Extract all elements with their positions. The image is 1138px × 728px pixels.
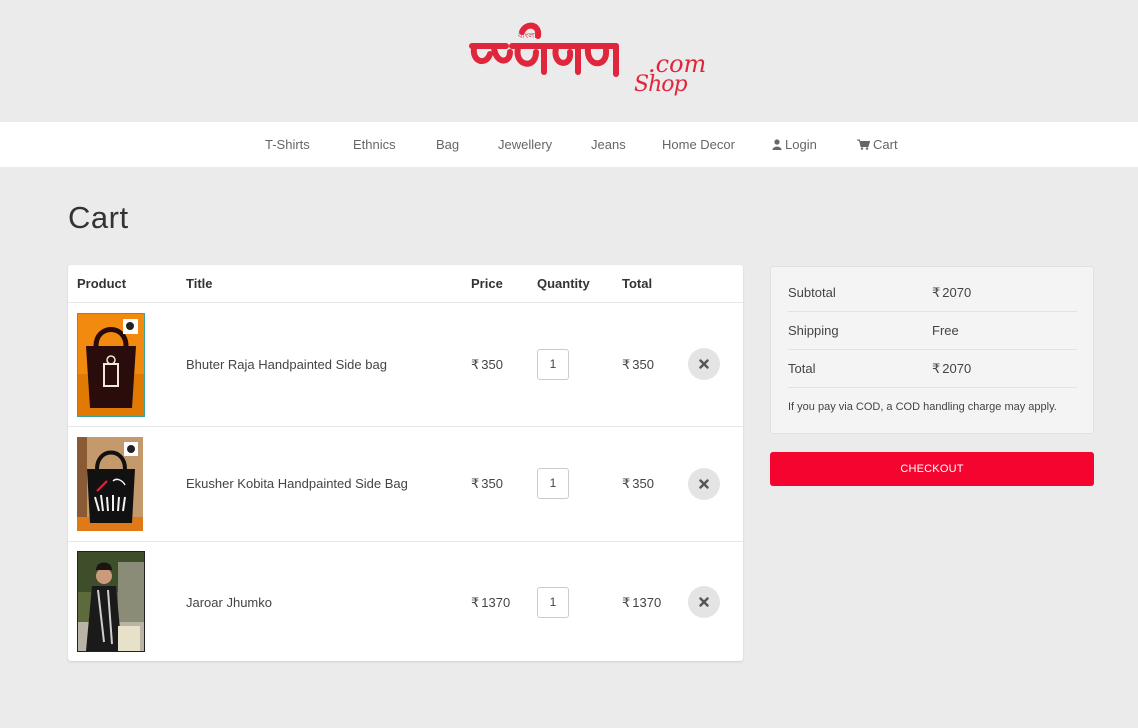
remove-item-button[interactable]	[688, 348, 720, 380]
product-thumbnail-black-tote-bag[interactable]	[77, 313, 145, 417]
rupee-symbol: ₹	[932, 361, 941, 376]
total-amount: 2070	[942, 361, 972, 376]
item-total: ₹1370	[622, 595, 661, 611]
nav-cart-label: Cart	[873, 137, 898, 152]
quantity-input[interactable]: 1	[537, 587, 569, 618]
header-quantity: Quantity	[537, 276, 590, 291]
quantity-input[interactable]: 1	[537, 349, 569, 380]
item-total-value: 350	[632, 357, 654, 372]
item-price: ₹350	[471, 357, 503, 373]
item-title[interactable]: Jaroar Jhumko	[186, 595, 272, 610]
nav-item-jewellery[interactable]: Jewellery	[498, 122, 552, 167]
shipping-value: Free	[932, 323, 959, 338]
logo-script-graphic: বাংলা	[469, 22, 619, 77]
subtotal-amount: 2070	[942, 285, 972, 300]
header-product: Product	[77, 276, 127, 291]
item-price: ₹350	[471, 476, 503, 492]
subtotal-value: ₹2070	[932, 274, 971, 312]
black-tote-bag-image	[78, 314, 144, 416]
close-icon	[699, 479, 709, 489]
nav-item-t-shirts[interactable]: T-Shirts	[265, 122, 310, 167]
close-icon	[699, 359, 709, 369]
user-icon	[772, 139, 782, 150]
remove-item-button[interactable]	[688, 586, 720, 618]
total-label: Total	[788, 361, 816, 376]
item-total: ₹350	[622, 476, 654, 492]
rupee-symbol: ₹	[622, 476, 631, 491]
product-thumbnail-black-tote-bag[interactable]	[77, 437, 143, 531]
close-icon	[699, 597, 709, 607]
site-header: বাংলা .com Shop	[0, 0, 1138, 122]
product-thumbnail-model-photo[interactable]	[77, 551, 145, 652]
logo-text: বাংলা	[517, 31, 537, 40]
logo-shop-text: Shop	[634, 72, 688, 97]
nav-item-login[interactable]: Login	[772, 122, 817, 167]
item-total: ₹350	[622, 357, 654, 373]
cart-row: Bhuter Raja Handpainted Side bag ₹350 1 …	[68, 302, 743, 426]
order-summary: Subtotal ₹2070 Shipping Free Total ₹2070…	[770, 266, 1094, 434]
cart-row: Jaroar Jhumko ₹1370 1 ₹1370	[68, 541, 743, 661]
rupee-symbol: ₹	[622, 357, 631, 372]
page-title: Cart	[68, 200, 129, 235]
summary-subtotal-row: Subtotal ₹2070	[788, 274, 1077, 312]
quantity-input[interactable]: 1	[537, 468, 569, 499]
summary-shipping-row: Shipping Free	[788, 312, 1077, 350]
checkout-button[interactable]: CHECKOUT	[770, 452, 1094, 486]
remove-item-button[interactable]	[688, 468, 720, 500]
nav-item-jeans[interactable]: Jeans	[591, 122, 626, 167]
site-logo[interactable]: বাংলা .com Shop	[466, 12, 706, 104]
main-nav: T-Shirts Ethnics Bag Jewellery Jeans Hom…	[0, 122, 1138, 167]
rupee-symbol: ₹	[471, 357, 480, 372]
cod-note: If you pay via COD, a COD handling charg…	[788, 401, 1057, 413]
subtotal-label: Subtotal	[788, 285, 836, 300]
header-price: Price	[471, 276, 503, 291]
black-tote-bag-image	[77, 437, 143, 531]
nav-login-label: Login	[785, 137, 817, 152]
cart-row: Ekusher Kobita Handpainted Side Bag ₹350…	[68, 426, 743, 541]
nav-item-ethnics[interactable]: Ethnics	[353, 122, 396, 167]
item-price-value: 1370	[481, 595, 511, 610]
nav-item-home-decor[interactable]: Home Decor	[662, 122, 735, 167]
rupee-symbol: ₹	[622, 595, 631, 610]
header-total: Total	[622, 276, 653, 291]
total-value: ₹2070	[932, 350, 971, 388]
shipping-label: Shipping	[788, 323, 839, 338]
header-title: Title	[186, 276, 213, 291]
cart-icon	[857, 139, 871, 150]
item-title[interactable]: Bhuter Raja Handpainted Side bag	[186, 357, 387, 372]
nav-item-cart[interactable]: Cart	[857, 122, 898, 167]
cart-table: Product Title Price Quantity Total Bhute…	[68, 265, 743, 661]
nav-item-bag[interactable]: Bag	[436, 122, 459, 167]
item-title[interactable]: Ekusher Kobita Handpainted Side Bag	[186, 476, 408, 491]
model-photo-image	[78, 552, 144, 651]
summary-total-row: Total ₹2070	[788, 350, 1077, 388]
item-price-value: 350	[481, 357, 503, 372]
item-price-value: 350	[481, 476, 503, 491]
rupee-symbol: ₹	[932, 285, 941, 300]
rupee-symbol: ₹	[471, 595, 480, 610]
item-total-value: 1370	[632, 595, 662, 610]
item-total-value: 350	[632, 476, 654, 491]
item-price: ₹1370	[471, 595, 510, 611]
rupee-symbol: ₹	[471, 476, 480, 491]
